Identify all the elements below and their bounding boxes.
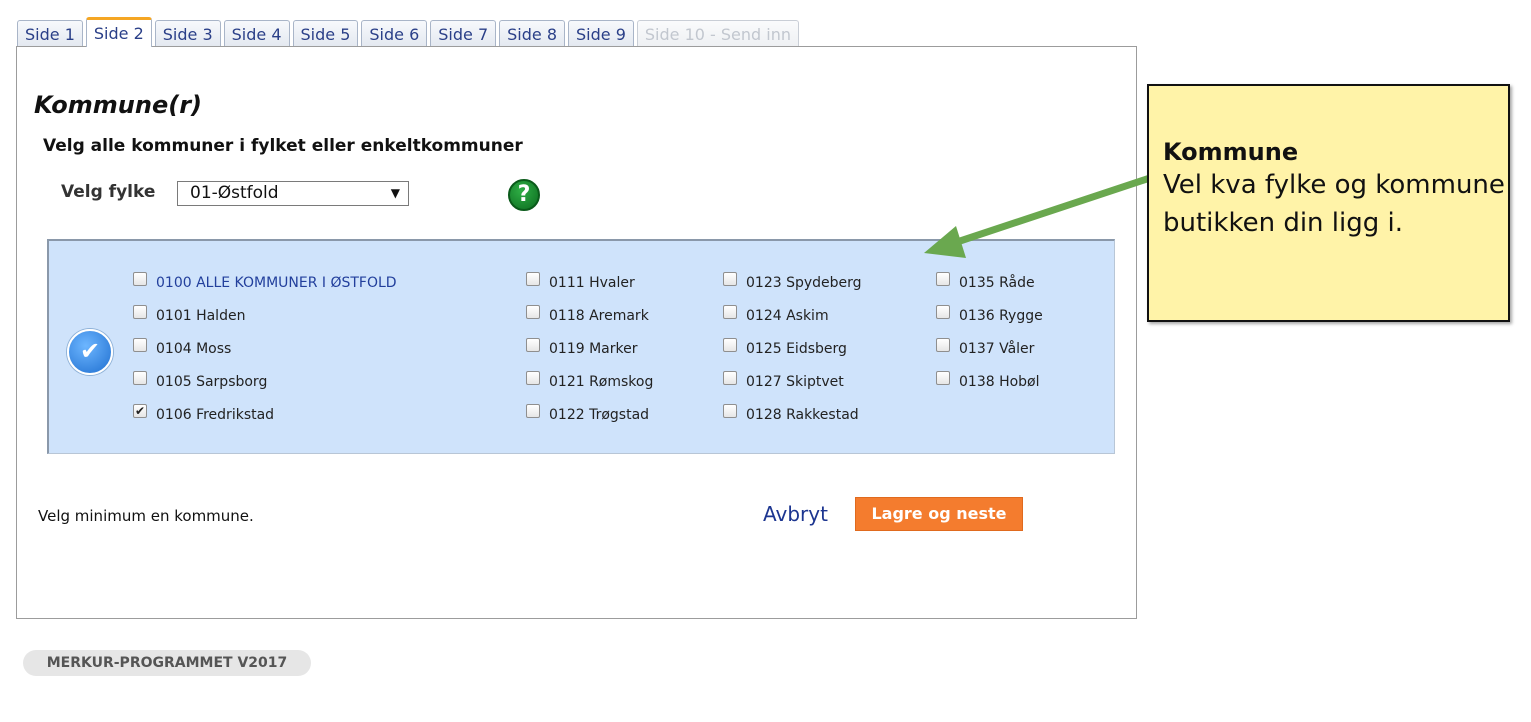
arrow-shaft	[944, 172, 1160, 249]
tab-side-2[interactable]: Side 2	[85, 17, 152, 47]
note-text: Vel kva fylke og kommune butikken din li…	[1163, 170, 1505, 238]
note-title: Kommune	[1163, 138, 1299, 166]
arrow-head	[924, 226, 966, 258]
help-note: Kommune Vel kva fylke og kommune butikke…	[1147, 84, 1510, 322]
